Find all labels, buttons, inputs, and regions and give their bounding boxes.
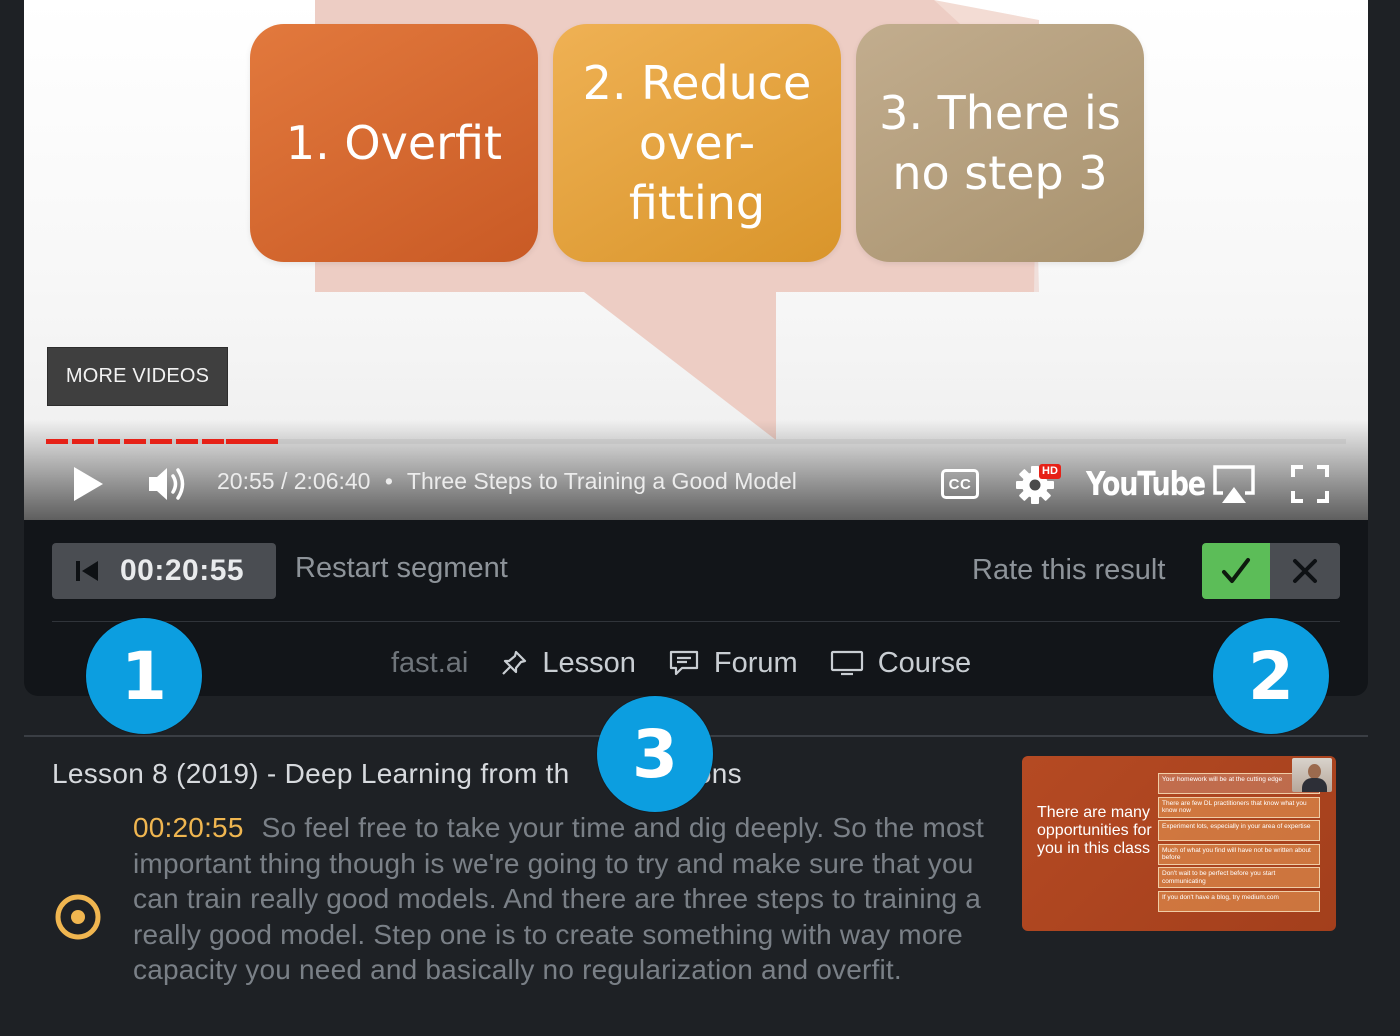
monitor-icon — [830, 650, 863, 676]
lesson-link[interactable]: Lesson — [500, 647, 636, 680]
speaker-webcam-thumbnail — [1292, 758, 1332, 792]
transcript-excerpt: 00:20:55 So feel free to take your time a… — [133, 810, 1013, 988]
course-link-label: Course — [877, 646, 972, 679]
callout-badge-3: 3 — [597, 696, 713, 812]
thumbnail-item: There are few DL practitioners that know… — [1158, 796, 1320, 818]
play-button[interactable] — [66, 462, 110, 506]
chapter-separator: • — [384, 468, 393, 494]
forum-link-label: Forum — [713, 646, 798, 679]
progress-played-tail — [226, 439, 278, 444]
lesson-title-start: Lesson 8 (2019) - Deep Learning from th — [52, 758, 570, 789]
brand-name[interactable]: fast.ai — [391, 647, 468, 680]
pin-icon — [502, 650, 527, 675]
video-player[interactable]: 1. Overfit 2. Reduce over- fitting 3. Th… — [24, 0, 1368, 520]
rate-result-label: Rate this result — [972, 554, 1166, 586]
comment-icon — [669, 650, 698, 676]
thumbnail-item: Much of what you find will have not be w… — [1158, 843, 1320, 865]
forum-link[interactable]: Forum — [668, 647, 798, 680]
close-icon — [1293, 559, 1317, 583]
captions-icon: CC — [941, 469, 979, 499]
time-display: 20:55 / 2:06:40 — [217, 468, 371, 494]
restart-segment-label[interactable]: Restart segment — [295, 552, 508, 585]
chapter-title[interactable]: Three Steps to Training a Good Model — [407, 468, 797, 494]
captions-button[interactable]: CC — [938, 467, 982, 501]
slide-step-3: 3. There is no step 3 — [856, 24, 1144, 262]
transcript-timestamp[interactable]: 00:20:55 — [133, 812, 244, 843]
transcript-text: So feel free to take your time and dig d… — [133, 812, 984, 985]
progress-bar[interactable] — [46, 439, 1346, 444]
more-videos-button[interactable]: MORE VIDEOS — [47, 347, 228, 406]
panel-divider — [52, 621, 1340, 622]
hd-badge: HD — [1039, 464, 1061, 479]
thumbnail-item: Experiment lots, especially in your area… — [1158, 820, 1320, 841]
rate-bad-button[interactable] — [1270, 543, 1340, 599]
thumbnail-item: Don't wait to be perfect before you star… — [1158, 867, 1320, 888]
restart-segment-button[interactable]: 00:20:55 — [52, 543, 276, 599]
time-and-chapter: 20:55 / 2:06:40 • Three Steps to Trainin… — [217, 468, 797, 495]
page: 1. Overfit 2. Reduce over- fitting 3. Th… — [0, 0, 1400, 1036]
lesson-link-label: Lesson — [542, 646, 636, 679]
slide-step-2: 2. Reduce over- fitting — [553, 24, 841, 262]
resource-links: fast.ai Lesson Forum Course — [391, 642, 1003, 684]
callout-badge-1: 1 — [86, 618, 202, 734]
thumbnail-text: There are many opportunities for you in … — [1037, 804, 1152, 857]
rate-good-button[interactable] — [1202, 543, 1270, 599]
airplay-icon — [1213, 465, 1255, 503]
youtube-logo[interactable]: YouTube — [1086, 464, 1206, 503]
slide-step-1: 1. Overfit — [250, 24, 538, 262]
thumbnail-item: If you don't have a blog, try medium.com — [1158, 890, 1320, 912]
segment-panel: 00:20:55 Restart segment Rate this resul… — [24, 520, 1368, 696]
slide-thumbnail[interactable]: There are many opportunities for you in … — [1022, 756, 1336, 931]
callout-badge-2: 2 — [1213, 618, 1329, 734]
volume-button[interactable] — [144, 460, 192, 508]
check-icon — [1222, 558, 1250, 583]
skip-back-icon — [76, 561, 98, 581]
target-icon — [55, 894, 101, 940]
fullscreen-icon — [1291, 465, 1329, 503]
course-link[interactable]: Course — [830, 646, 972, 680]
volume-icon — [149, 468, 185, 500]
thumbnail-items: Your homework will be at the cutting edg… — [1158, 773, 1320, 914]
airplay-button[interactable] — [1210, 460, 1258, 508]
fullscreen-button[interactable] — [1288, 462, 1332, 506]
play-icon — [74, 467, 103, 501]
restart-time: 00:20:55 — [120, 554, 245, 587]
